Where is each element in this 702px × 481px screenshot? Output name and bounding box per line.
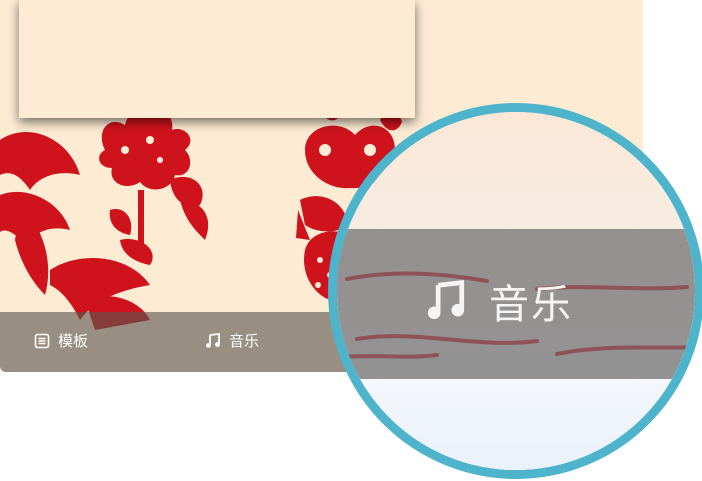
template-button[interactable]: 模板: [34, 330, 88, 351]
magnifier-music-button: 音乐: [425, 272, 573, 330]
music-button[interactable]: 音乐: [205, 330, 259, 351]
music-note-icon: [205, 332, 221, 349]
music-note-icon: [425, 280, 467, 322]
paper-card: [19, 0, 415, 118]
template-label: 模板: [58, 332, 89, 350]
music-label: 音乐: [229, 332, 260, 350]
magnifier-callout: 音乐: [328, 103, 702, 479]
template-icon: [34, 333, 50, 349]
magnifier-music-label: 音乐: [489, 282, 573, 328]
magnifier-lower-area: [337, 379, 695, 470]
